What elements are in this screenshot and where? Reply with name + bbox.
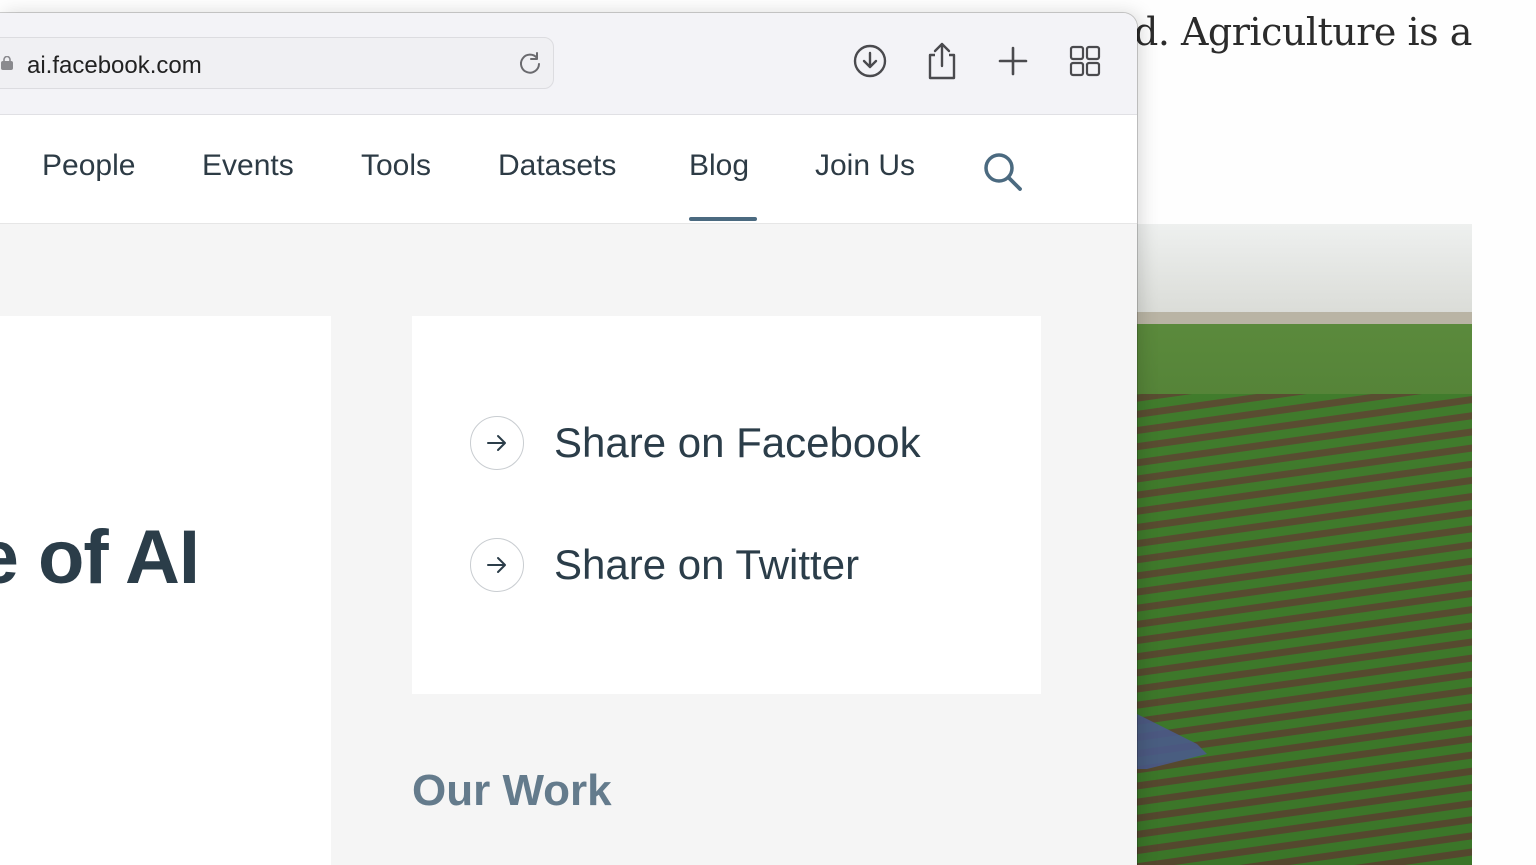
new-tab-icon[interactable] bbox=[995, 43, 1031, 79]
site-navigation: People Events Tools Datasets Blog Join U… bbox=[0, 115, 1137, 224]
hero-card: e of AI bbox=[0, 316, 331, 865]
share-twitter-label[interactable]: Share on Twitter bbox=[554, 541, 859, 589]
page-content: e of AI Share on Facebook Share on Twitt… bbox=[0, 224, 1137, 865]
share-facebook-label[interactable]: Share on Facebook bbox=[554, 419, 921, 467]
nav-item-blog[interactable]: Blog bbox=[689, 149, 749, 183]
lock-icon bbox=[1, 56, 13, 70]
browser-window: ai.facebook.com People Events Tools Data… bbox=[0, 13, 1137, 865]
share-icon[interactable] bbox=[924, 41, 960, 81]
arrow-right-icon bbox=[470, 416, 524, 470]
url-text[interactable]: ai.facebook.com bbox=[27, 52, 202, 80]
tab-overview-icon[interactable] bbox=[1067, 43, 1103, 79]
browser-toolbar: ai.facebook.com bbox=[0, 13, 1137, 115]
share-card: Share on Facebook Share on Twitter bbox=[412, 316, 1041, 694]
farm-field-photo bbox=[1137, 224, 1472, 865]
active-nav-indicator bbox=[689, 217, 757, 221]
address-bar[interactable]: ai.facebook.com bbox=[0, 37, 554, 89]
reload-icon[interactable] bbox=[517, 50, 543, 76]
nav-item-tools[interactable]: Tools bbox=[361, 149, 431, 183]
download-icon[interactable] bbox=[852, 43, 888, 79]
nav-item-join-us[interactable]: Join Us bbox=[815, 149, 915, 183]
nav-item-datasets[interactable]: Datasets bbox=[498, 149, 616, 183]
our-work-heading: Our Work bbox=[412, 766, 612, 815]
search-icon[interactable] bbox=[982, 151, 1024, 193]
nav-item-events[interactable]: Events bbox=[202, 149, 294, 183]
background-article-text: d. Agriculture is a bbox=[1134, 10, 1472, 54]
arrow-right-icon bbox=[470, 538, 524, 592]
hero-title: e of AI bbox=[0, 515, 200, 600]
nav-item-people[interactable]: People bbox=[42, 149, 135, 183]
